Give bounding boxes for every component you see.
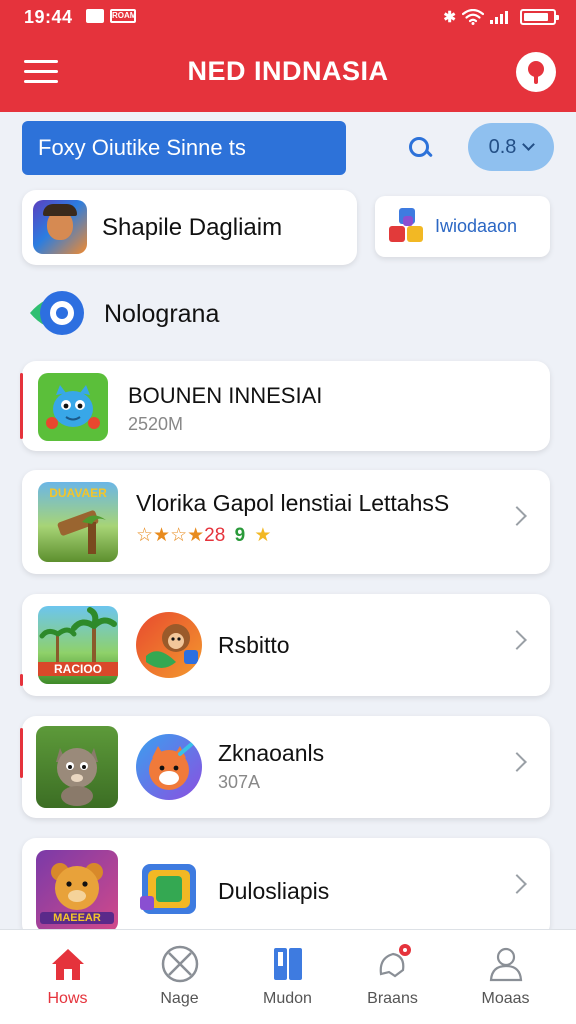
chevron-right-icon: [507, 874, 527, 894]
app-subtitle: 307A: [218, 772, 261, 792]
nav-nage[interactable]: Nage: [122, 930, 237, 1024]
fox-app-icon: [136, 734, 202, 800]
filter-value: 0.8: [488, 135, 517, 158]
nav-moaas[interactable]: Moaas: [448, 930, 563, 1024]
side-card[interactable]: Iwiodaaon: [375, 196, 550, 257]
monster-app-icon: [38, 373, 108, 441]
app-subtitle: 2520M: [128, 414, 184, 434]
home-icon: [52, 949, 84, 980]
nav-label: Mudon: [263, 990, 312, 1007]
app-title: BOUNEN INNESIAI: [128, 383, 323, 408]
row-accent: [20, 674, 23, 686]
rating: ☆★☆★28 9 ★: [136, 524, 271, 547]
row-accent: [20, 373, 23, 439]
featured-card[interactable]: Shapile Dagliaim: [22, 190, 357, 265]
bluetooth-icon: ✱: [443, 9, 456, 26]
notification-bell-icon: [379, 944, 411, 978]
adventure-app-icon: DUAVAER: [38, 482, 118, 562]
library-icon: [274, 948, 302, 980]
battery-icon: [520, 9, 559, 25]
app-row[interactable]: BOUNEN INNESIAI 2520M: [20, 361, 550, 451]
page-title: NED INDNASIA: [187, 56, 389, 86]
cancel-circle-icon: [161, 945, 199, 983]
bottom-nav: Hows Nage Mudon Braans Moaas: [0, 929, 576, 1024]
app-row[interactable]: MAEEAR Dulosliapis: [22, 838, 550, 938]
nav-label: Braans: [367, 990, 418, 1007]
monkey-app-icon: [136, 612, 202, 678]
rating-stars: ☆★☆★: [136, 525, 205, 546]
island-app-icon: RACIOO: [38, 606, 118, 684]
row-accent: [20, 728, 23, 778]
search-input[interactable]: Foxy Oiutike Sinne ts: [22, 121, 346, 175]
app-row[interactable]: DUAVAER Vlorika Gapol lenstiai LettahsS …: [22, 470, 550, 574]
star-icon: ★: [254, 525, 272, 546]
wifi-icon: [462, 9, 484, 25]
chevron-down-icon: [522, 137, 536, 151]
app-title: Rsbitto: [218, 632, 290, 658]
cat-app-icon: [36, 726, 118, 808]
app-header: 19:44 ROAM ✱ NED INDNASIA: [0, 0, 576, 112]
block-puzzle-app-icon: [136, 856, 202, 922]
eye-icon: [30, 291, 84, 335]
signal-icon: [490, 10, 508, 24]
app-row[interactable]: RACIOO Rsbitto: [20, 594, 550, 696]
status-bar: 19:44 ROAM ✱: [0, 0, 576, 34]
nav-mudon[interactable]: Mudon: [230, 930, 345, 1024]
profile-icon: [489, 947, 523, 982]
notification-icon: [86, 9, 104, 23]
status-right: ✱: [443, 6, 559, 28]
rating-badge: 9: [234, 525, 246, 546]
status-time: 19:44: [24, 7, 73, 27]
app-title: Zknaoanls: [218, 740, 325, 766]
rating-count: 28: [204, 525, 226, 546]
side-card-label: Iwiodaaon: [435, 216, 518, 236]
bear-app-icon: MAEEAR: [36, 850, 118, 932]
section-heading: Nolograna: [28, 288, 428, 338]
featured-label: Shapile Dagliaim: [102, 214, 283, 241]
search-icon[interactable]: [406, 134, 434, 162]
chevron-right-icon: [507, 752, 527, 772]
app-row[interactable]: Zknaoanls 307A: [20, 716, 550, 818]
section-title: Nolograna: [104, 300, 220, 328]
nav-home[interactable]: Hows: [10, 930, 125, 1024]
alert-icon-button[interactable]: [516, 52, 556, 92]
nav-label: Hows: [47, 990, 88, 1007]
chevron-right-icon: [507, 506, 527, 526]
blocks-icon: [389, 208, 427, 246]
app-title: Dulosliapis: [218, 878, 330, 904]
sim-icon: ROAM: [110, 9, 136, 23]
nav-label: Moaas: [481, 990, 530, 1007]
nav-braans[interactable]: Braans: [335, 930, 450, 1024]
filter-dropdown[interactable]: 0.8: [468, 123, 554, 171]
nav-label: Nage: [160, 990, 199, 1007]
featured-game-icon: [33, 200, 87, 254]
app-title: Vlorika Gapol lenstiai LettahsS: [136, 490, 450, 516]
chevron-right-icon: [507, 630, 527, 650]
